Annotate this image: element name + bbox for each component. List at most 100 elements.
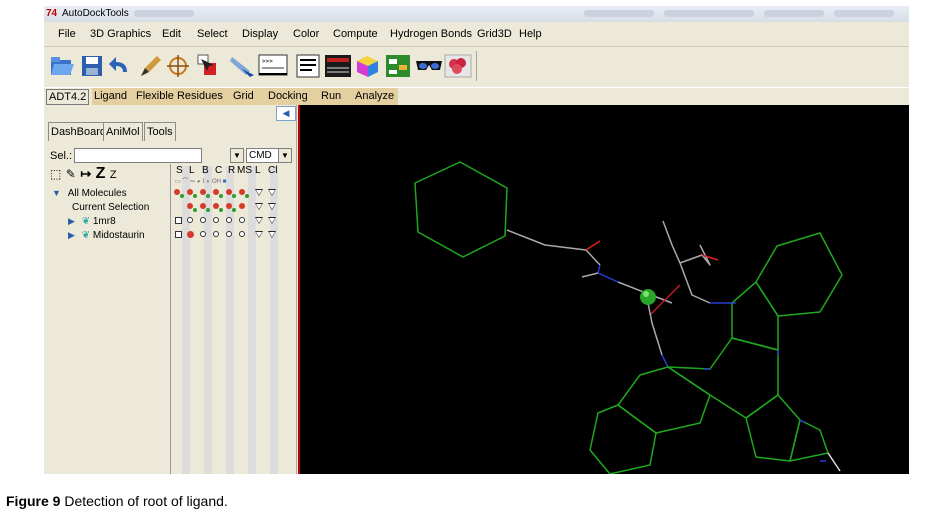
- tab-animol[interactable]: AniMol: [103, 122, 143, 141]
- toggle-dot[interactable]: [187, 203, 193, 209]
- grid-icon[interactable]: [384, 51, 412, 81]
- pencil-icon[interactable]: [136, 51, 164, 81]
- label-icon[interactable]: OH: [212, 179, 221, 185]
- tab-dashboard[interactable]: DashBoard: [48, 122, 110, 141]
- dropdown-triangle-icon[interactable]: [255, 217, 263, 224]
- toggle-circle[interactable]: [200, 217, 206, 223]
- toggle-dot[interactable]: [200, 189, 206, 195]
- tab-docking[interactable]: Docking: [268, 90, 308, 102]
- dropdown-triangle-icon[interactable]: [268, 189, 276, 196]
- title-blur: [764, 10, 824, 17]
- menu-help[interactable]: Help: [519, 28, 542, 40]
- selection-dropdown-button[interactable]: ▼: [230, 148, 244, 163]
- app-logo-icon: 74: [46, 8, 58, 19]
- menu-edit[interactable]: Edit: [162, 28, 181, 40]
- tree-root[interactable]: ▼ All Molecules: [52, 188, 127, 199]
- cmd-select[interactable]: CMD: [246, 148, 280, 163]
- raspberry-icon[interactable]: [444, 51, 472, 81]
- tab-tools[interactable]: Tools: [144, 122, 176, 141]
- toggle-dot[interactable]: [187, 189, 193, 195]
- cmd-dropdown-button[interactable]: ▼: [278, 148, 292, 163]
- toggle-dot[interactable]: [187, 231, 194, 238]
- menu-display[interactable]: Display: [242, 28, 278, 40]
- selection-input[interactable]: [74, 148, 202, 163]
- toolbar-separator: [476, 51, 477, 81]
- figure-label: Figure 9: [6, 493, 61, 509]
- toggle-dot[interactable]: [213, 189, 219, 195]
- toggle-circle[interactable]: [226, 217, 232, 223]
- toggle-dot[interactable]: [200, 203, 206, 209]
- stereo-glasses-icon[interactable]: [414, 51, 442, 81]
- column-header-b: B: [202, 165, 209, 176]
- color-cube-icon[interactable]: [354, 51, 382, 81]
- menu-color[interactable]: Color: [293, 28, 319, 40]
- show-checkbox[interactable]: [175, 217, 182, 224]
- toggle-circle[interactable]: [187, 217, 193, 223]
- tab-ligand[interactable]: Ligand: [94, 90, 127, 102]
- ribbon-icon[interactable]: ⌇: [202, 179, 205, 185]
- collapse-panel-icon[interactable]: ◀: [276, 106, 296, 121]
- dropdown-triangle-icon[interactable]: [268, 203, 276, 210]
- open-folder-icon[interactable]: [48, 51, 76, 81]
- toggle-circle[interactable]: [239, 231, 245, 237]
- undo-icon[interactable]: [106, 51, 134, 81]
- toggle-dot[interactable]: [226, 203, 232, 209]
- cpk-icon[interactable]: ◕: [197, 179, 201, 185]
- save-icon[interactable]: [78, 51, 106, 81]
- molecule-row-midostaurin[interactable]: ▶ ❦ Midostaurin: [68, 230, 145, 241]
- ball-icon[interactable]: ∾: [190, 179, 195, 185]
- menu-compute[interactable]: Compute: [333, 28, 378, 40]
- toggle-dot[interactable]: [239, 203, 245, 209]
- current-selection-row[interactable]: Current Selection: [72, 202, 149, 213]
- toggle-circle[interactable]: [213, 217, 219, 223]
- hand-pointer-icon[interactable]: [228, 51, 256, 81]
- root-atom-sphere[interactable]: [640, 289, 656, 305]
- expand-right-icon[interactable]: ▶: [68, 216, 75, 226]
- molecule-tree: ▼ All Molecules Current Selection ▶ ❦ 1m…: [48, 164, 168, 464]
- 3d-viewer[interactable]: [298, 105, 909, 475]
- toggle-circle[interactable]: [200, 231, 206, 237]
- column-header-r: R: [228, 165, 236, 176]
- text-lines-icon[interactable]: [294, 51, 322, 81]
- expand-down-icon[interactable]: ▼: [52, 188, 61, 198]
- menu-hydrogen-bonds[interactable]: Hydrogen Bonds: [390, 28, 472, 40]
- dropdown-triangle-icon[interactable]: [255, 189, 263, 196]
- title-blur: [584, 10, 654, 17]
- dropdown-triangle-icon[interactable]: [255, 203, 263, 210]
- tab-run[interactable]: Run: [321, 90, 341, 102]
- color-icon[interactable]: ■: [223, 179, 227, 185]
- expand-right-icon[interactable]: ▶: [68, 230, 75, 240]
- menu-file[interactable]: File: [58, 28, 76, 40]
- title-blur: [664, 10, 754, 17]
- menu-grid3d[interactable]: Grid3D: [477, 28, 512, 40]
- adt-version-tab[interactable]: ADT4.2: [46, 89, 90, 105]
- toggle-dot[interactable]: [226, 189, 232, 195]
- toggle-circle[interactable]: [239, 217, 245, 223]
- line-icon[interactable]: ⌒: [182, 179, 188, 185]
- tab-grid[interactable]: Grid: [233, 90, 254, 102]
- pick-icon[interactable]: [194, 51, 222, 81]
- python-shell-icon[interactable]: >>>: [258, 51, 288, 81]
- show-icon[interactable]: ▭: [175, 179, 181, 185]
- menu-select[interactable]: Select: [197, 28, 228, 40]
- dropdown-triangle-icon[interactable]: [268, 231, 276, 238]
- toggle-circle[interactable]: [213, 231, 219, 237]
- sequence-icon[interactable]: [324, 51, 352, 81]
- molecule-row-1mr8[interactable]: ▶ ❦ 1mr8: [68, 216, 116, 227]
- surface-icon[interactable]: ◐: [207, 179, 211, 185]
- menu-3d-graphics[interactable]: 3D Graphics: [90, 28, 151, 40]
- toggle-dot[interactable]: [239, 189, 245, 195]
- show-checkbox[interactable]: [175, 231, 182, 238]
- column-header-l: L: [189, 165, 195, 176]
- toggle-circle[interactable]: [226, 231, 232, 237]
- toggle-dot-green: [219, 208, 223, 212]
- crosshair-icon[interactable]: [164, 51, 192, 81]
- title-bar: 74 AutoDockTools: [44, 6, 909, 22]
- dropdown-triangle-icon[interactable]: [268, 217, 276, 224]
- toggle-dot[interactable]: [174, 189, 180, 195]
- dropdown-triangle-icon[interactable]: [255, 231, 263, 238]
- tab-analyze[interactable]: Analyze: [355, 90, 394, 102]
- tab-flexible-residues[interactable]: Flexible Residues: [136, 90, 223, 102]
- toggle-dot[interactable]: [213, 203, 219, 209]
- current-selection-label: Current Selection: [72, 202, 150, 213]
